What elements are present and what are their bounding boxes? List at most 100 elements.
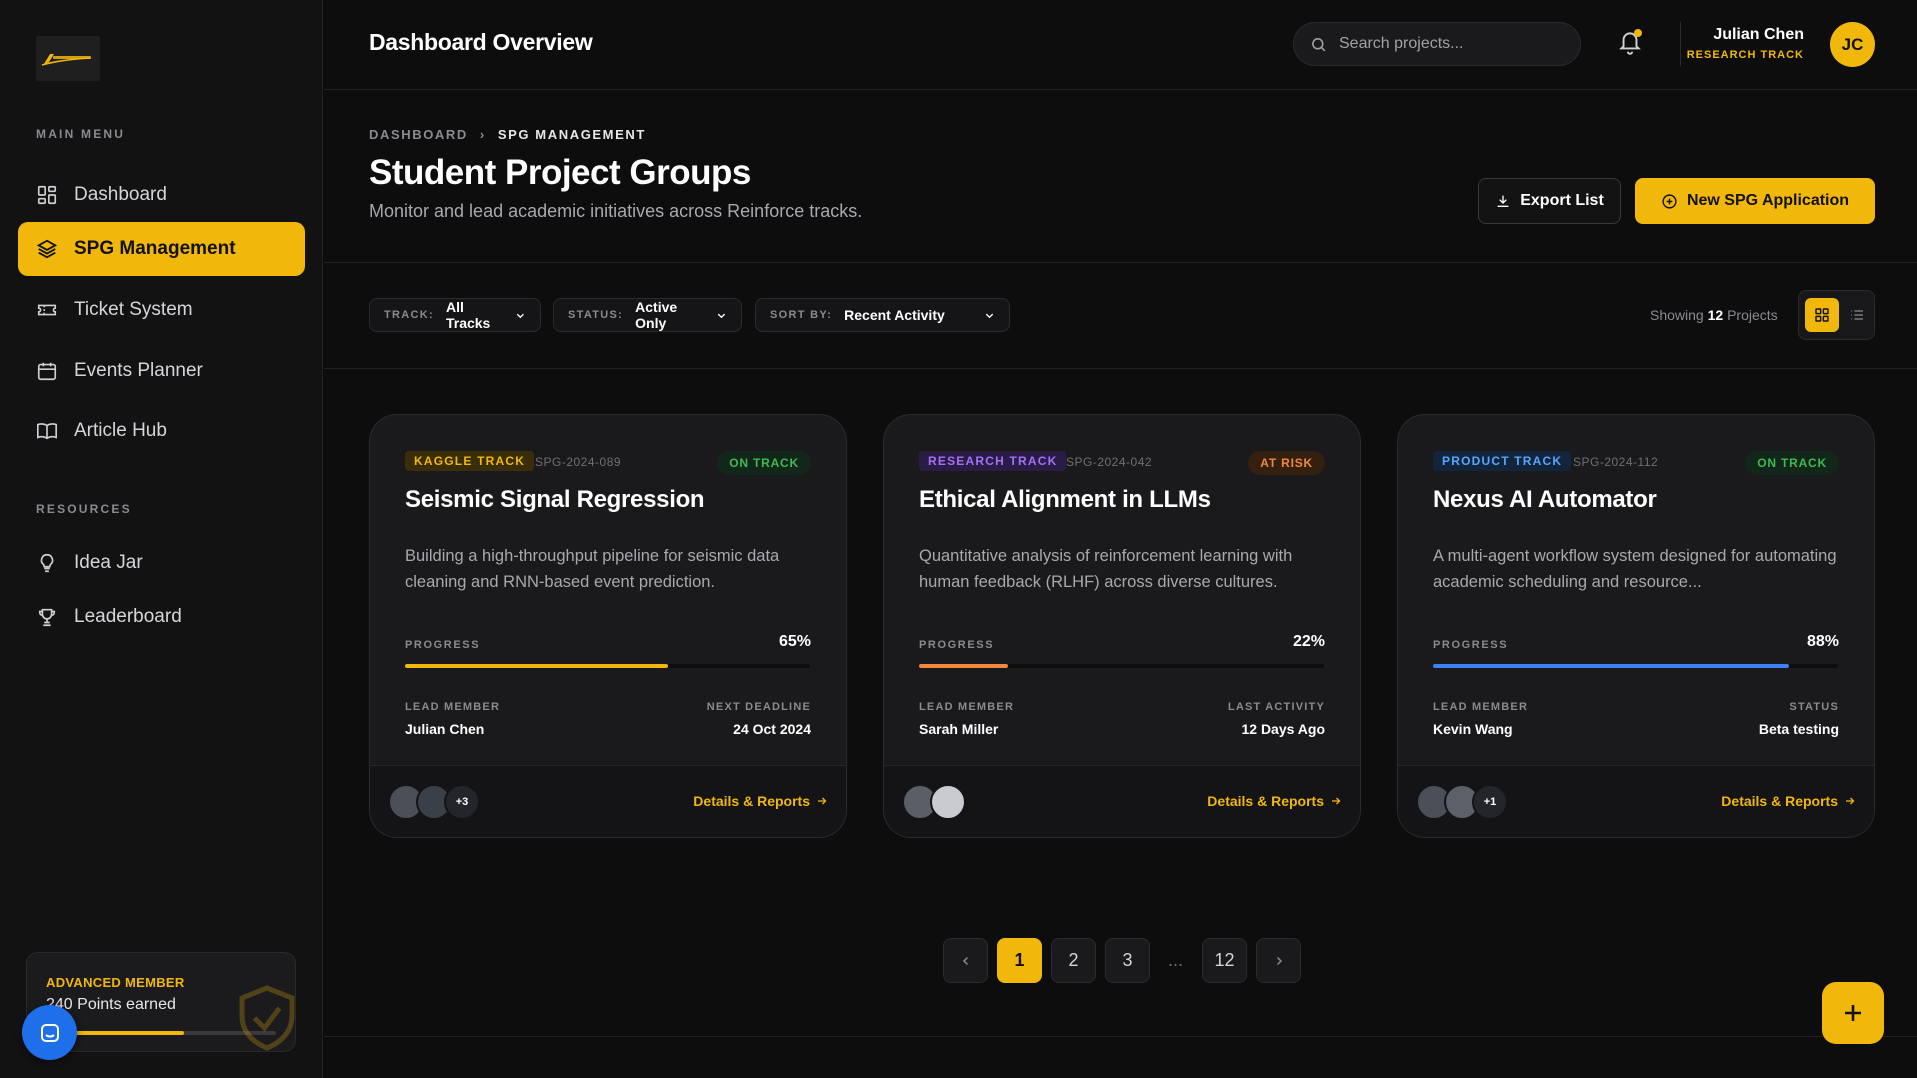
- track-tag: RESEARCH TRACK: [919, 451, 1067, 471]
- sidebar-item-article-hub[interactable]: Article Hub: [18, 404, 305, 458]
- project-card[interactable]: KAGGLE TRACK SPG-2024-089 ON TRACK Seism…: [369, 414, 847, 838]
- sidebar-item-events-planner[interactable]: Events Planner: [18, 344, 305, 398]
- project-code: SPG-2024-112: [1573, 455, 1659, 469]
- resources-label: RESOURCES: [36, 502, 132, 516]
- progress-bar: [405, 664, 810, 668]
- lead-member-name: Sarah Miller: [919, 721, 999, 737]
- arrow-right-icon: [1332, 797, 1341, 805]
- sidebar-item-label: SPG Management: [74, 238, 236, 259]
- page-button[interactable]: 3: [1105, 938, 1150, 983]
- project-description: Building a high-throughput pipeline for …: [405, 547, 780, 591]
- lightbulb-icon: [40, 553, 54, 573]
- chevron-down-icon: [517, 313, 525, 318]
- chevron-left-icon: [962, 956, 968, 965]
- project-title[interactable]: Seismic Signal Regression: [405, 486, 705, 514]
- export-list-button[interactable]: Export List: [1478, 178, 1621, 224]
- user-role: RESEARCH TRACK: [1686, 49, 1804, 61]
- new-spg-application-button[interactable]: New SPG Application: [1635, 178, 1875, 224]
- member-avatars: +1: [1416, 784, 1508, 820]
- meta-value: Beta testing: [1758, 721, 1839, 737]
- sidebar-item-idea-jar[interactable]: Idea Jar: [18, 536, 305, 590]
- details-reports-link[interactable]: Details & Reports: [1721, 793, 1856, 809]
- sidebar-item-dashboard[interactable]: Dashboard: [18, 168, 305, 222]
- progress-label: PROGRESS: [1433, 639, 1509, 651]
- track-filter[interactable]: TRACK: All Tracks: [369, 298, 541, 332]
- add-floating-button[interactable]: [1822, 982, 1884, 1044]
- page-button[interactable]: 1: [997, 938, 1042, 983]
- next-page-button[interactable]: [1256, 938, 1301, 983]
- lead-member-name: Kevin Wang: [1433, 721, 1513, 737]
- chevron-down-icon: [985, 313, 994, 318]
- breadcrumb-dashboard[interactable]: DASHBOARD: [369, 127, 468, 142]
- new-spg-application-label: New SPG Application: [1686, 192, 1850, 209]
- sidebar-item-label: Ticket System: [74, 299, 193, 320]
- search-box[interactable]: [1293, 22, 1581, 66]
- status-filter[interactable]: STATUS: Active Only: [553, 298, 742, 332]
- project-card[interactable]: PRODUCT TRACK SPG-2024-112 ON TRACK Nexu…: [1397, 414, 1875, 838]
- notifications-button[interactable]: [1617, 28, 1643, 61]
- progress-fill: [1433, 664, 1790, 668]
- sidebar-item-label: Dashboard: [74, 184, 167, 205]
- chat-support-button[interactable]: [22, 1005, 77, 1060]
- notification-dot: [1634, 29, 1642, 37]
- progress-bar: [1433, 664, 1838, 668]
- status-badge: ON TRACK: [717, 451, 811, 475]
- chat-icon: [40, 1023, 59, 1042]
- list-view-button[interactable]: [1843, 298, 1871, 332]
- filter-label: SORT BY:: [770, 309, 833, 321]
- showing-count: Showing 12 Projects: [1650, 307, 1778, 323]
- breadcrumb-spg-management: SPG MANAGEMENT: [497, 127, 646, 142]
- member-tier: ADVANCED MEMBER: [46, 975, 185, 990]
- project-title[interactable]: Ethical Alignment in LLMs: [919, 486, 1211, 514]
- lead-member-name: Julian Chen: [405, 721, 485, 737]
- arrow-right-icon: [1846, 797, 1855, 805]
- search-icon: [1312, 37, 1326, 51]
- ticket-icon: [37, 304, 57, 316]
- filter-value: Recent Activity: [844, 307, 995, 323]
- prev-page-button[interactable]: [943, 938, 988, 983]
- sidebar-item-label: Article Hub: [74, 420, 167, 441]
- status-badge: ON TRACK: [1745, 451, 1839, 475]
- project-title[interactable]: Nexus AI Automator: [1433, 486, 1657, 514]
- filter-value: All Tracks: [446, 299, 526, 331]
- section-divider: [324, 262, 1917, 263]
- grid-view-button[interactable]: [1805, 298, 1839, 332]
- grid-icon: [37, 185, 57, 205]
- trophy-icon: [38, 608, 56, 627]
- chevron-right-icon: ›: [479, 127, 486, 142]
- header-divider: [1680, 22, 1681, 66]
- card-footer: Details & Reports: [884, 765, 1360, 837]
- search-input[interactable]: [1339, 35, 1559, 53]
- details-reports-link[interactable]: Details & Reports: [693, 793, 828, 809]
- breadcrumb: DASHBOARD › SPG MANAGEMENT: [369, 127, 646, 142]
- card-footer: +3 Details & Reports: [370, 765, 846, 837]
- sidebar-item-ticket-system[interactable]: Ticket System: [18, 283, 305, 337]
- progress-bar: [919, 664, 1324, 668]
- layers-icon: [36, 239, 58, 259]
- sort-filter[interactable]: SORT BY: Recent Activity: [755, 298, 1010, 332]
- filter-value: Active Only: [635, 299, 727, 331]
- page-subtitle: Monitor and lead academic initiatives ac…: [369, 201, 863, 221]
- project-card[interactable]: RESEARCH TRACK SPG-2024-042 AT RISK Ethi…: [883, 414, 1361, 838]
- lead-member-label: LEAD MEMBER: [919, 701, 1015, 713]
- sidebar-item-spg-management[interactable]: SPG Management: [18, 222, 305, 276]
- shield-icon: [239, 985, 295, 1051]
- lead-member-label: LEAD MEMBER: [1433, 701, 1529, 713]
- grid-view-icon: [1815, 308, 1829, 322]
- download-icon: [1497, 195, 1509, 207]
- user-avatar[interactable]: JC: [1830, 22, 1875, 67]
- page-button[interactable]: 2: [1051, 938, 1096, 983]
- page-button[interactable]: 12: [1202, 938, 1247, 983]
- brand-logo[interactable]: [36, 36, 100, 81]
- member-avatars: +3: [388, 784, 480, 820]
- progress-fill: [405, 664, 669, 668]
- top-bar: Dashboard Overview Julian Chen RESEARCH …: [324, 0, 1917, 90]
- sidebar-item-leaderboard[interactable]: Leaderboard: [18, 590, 305, 644]
- track-tag: PRODUCT TRACK: [1433, 451, 1572, 471]
- arrow-right-icon: [818, 797, 827, 805]
- sidebar: MAIN MENU Dashboard SPG Management Ticke…: [0, 0, 323, 1078]
- sidebar-item-label: Leaderboard: [74, 606, 182, 627]
- details-reports-link[interactable]: Details & Reports: [1207, 793, 1342, 809]
- extra-members-badge: +1: [1472, 784, 1508, 820]
- member-avatars: [902, 784, 966, 820]
